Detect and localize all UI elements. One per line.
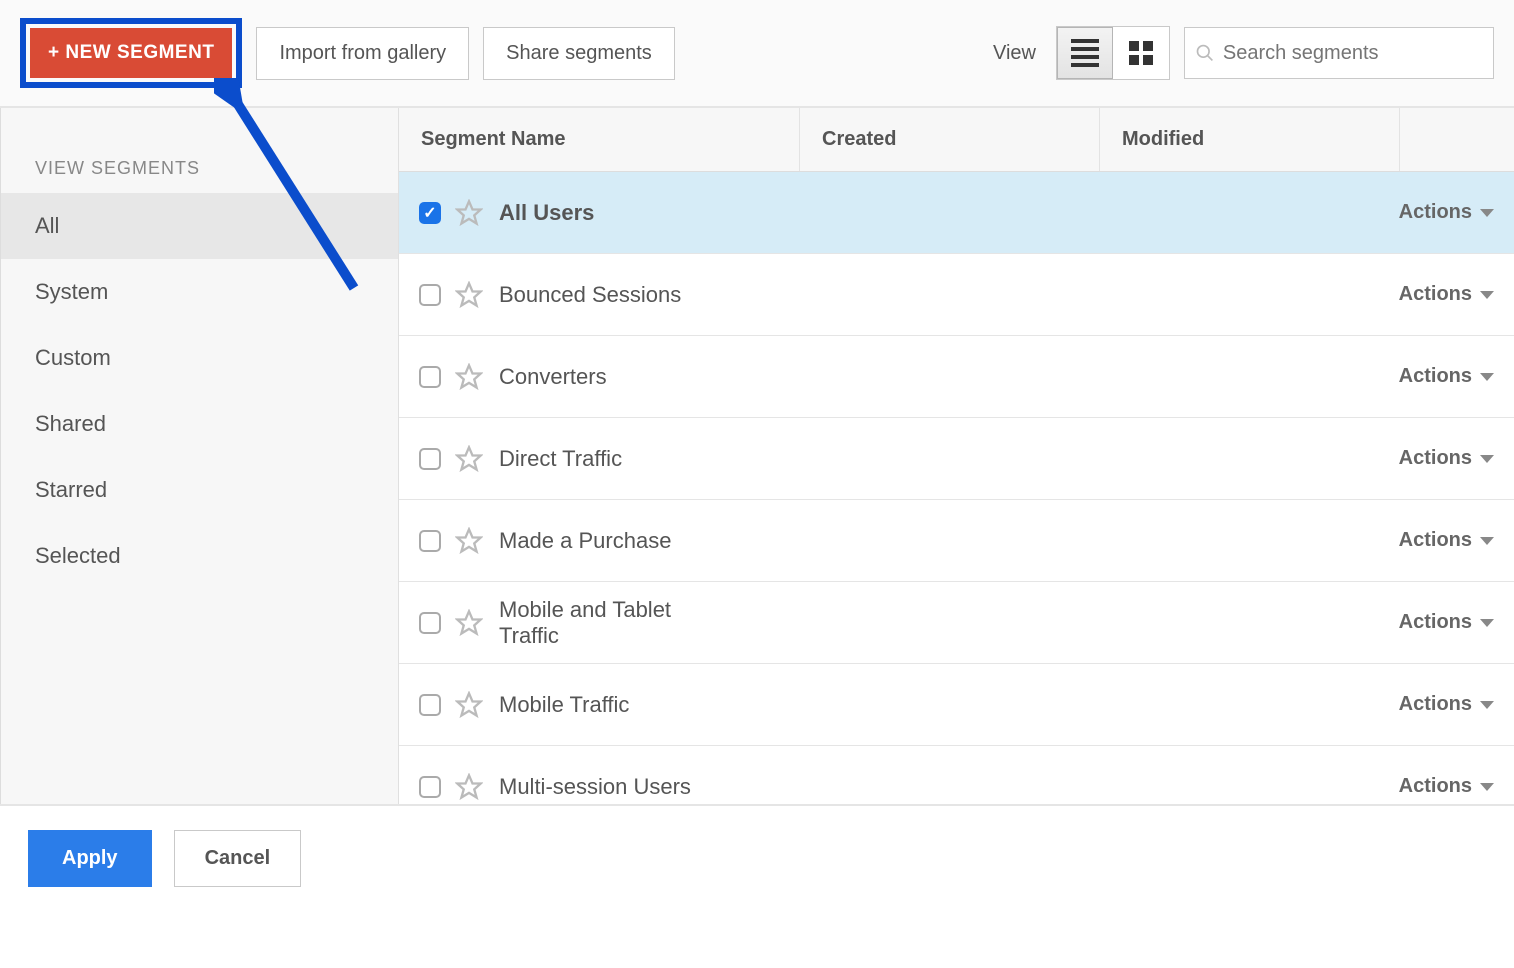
segment-name: Bounced Sessions: [499, 282, 681, 308]
row-checkbox[interactable]: [419, 366, 441, 388]
segment-name: All Users: [499, 200, 594, 226]
new-segment-button[interactable]: + NEW SEGMENT: [30, 28, 232, 78]
segment-name: Converters: [499, 364, 607, 390]
segment-name: Mobile and Tablet Traffic: [499, 597, 719, 649]
table-row[interactable]: Made a Purchase Actions: [399, 500, 1514, 582]
table-row[interactable]: Direct Traffic Actions: [399, 418, 1514, 500]
table-row[interactable]: Mobile and Tablet Traffic Actions: [399, 582, 1514, 664]
col-modified: Modified: [1099, 108, 1399, 171]
star-icon[interactable]: [455, 445, 483, 473]
list-view-button[interactable]: [1057, 27, 1113, 79]
chevron-down-icon: [1480, 455, 1494, 463]
star-icon[interactable]: [455, 609, 483, 637]
column-headers: Segment Name Created Modified: [399, 108, 1514, 172]
list-icon: [1071, 39, 1099, 67]
actions-menu[interactable]: Actions: [1399, 775, 1494, 798]
star-icon[interactable]: [455, 773, 483, 801]
chevron-down-icon: [1480, 701, 1494, 709]
import-gallery-button[interactable]: Import from gallery: [256, 27, 469, 80]
table-row[interactable]: Converters Actions: [399, 336, 1514, 418]
star-icon[interactable]: [455, 363, 483, 391]
grid-view-button[interactable]: [1113, 27, 1169, 79]
view-label: View: [993, 42, 1036, 65]
row-checkbox[interactable]: [419, 612, 441, 634]
sidebar-item-shared[interactable]: Shared: [1, 391, 398, 457]
table-row[interactable]: Multi-session Users Actions: [399, 746, 1514, 804]
sidebar-item-selected[interactable]: Selected: [1, 523, 398, 589]
col-created: Created: [799, 108, 1099, 171]
chevron-down-icon: [1480, 291, 1494, 299]
chevron-down-icon: [1480, 783, 1494, 791]
table-row[interactable]: ✓ All Users Actions: [399, 172, 1514, 254]
sidebar: VIEW SEGMENTS AllSystemCustomSharedStarr…: [1, 108, 399, 804]
star-icon[interactable]: [455, 691, 483, 719]
search-input[interactable]: [1223, 42, 1483, 65]
grid-icon: [1129, 41, 1153, 65]
segment-name: Mobile Traffic: [499, 692, 629, 718]
segment-rows: ✓ All Users Actions Bounced Sessions Actions…: [399, 172, 1514, 804]
new-segment-highlight: + NEW SEGMENT: [20, 18, 242, 88]
chevron-down-icon: [1480, 373, 1494, 381]
search-icon: [1195, 42, 1215, 64]
sidebar-header: VIEW SEGMENTS: [1, 144, 398, 193]
star-icon[interactable]: [455, 281, 483, 309]
segment-name: Multi-session Users: [499, 774, 691, 800]
segment-name: Made a Purchase: [499, 528, 671, 554]
chevron-down-icon: [1480, 537, 1494, 545]
actions-menu[interactable]: Actions: [1399, 283, 1494, 306]
actions-menu[interactable]: Actions: [1399, 611, 1494, 634]
star-icon[interactable]: [455, 527, 483, 555]
footer: Apply Cancel: [0, 804, 1514, 911]
col-segment-name: Segment Name: [399, 108, 799, 171]
actions-menu[interactable]: Actions: [1399, 529, 1494, 552]
col-actions: [1399, 108, 1514, 171]
sidebar-item-custom[interactable]: Custom: [1, 325, 398, 391]
cancel-button[interactable]: Cancel: [174, 830, 302, 887]
chevron-down-icon: [1480, 619, 1494, 627]
actions-menu[interactable]: Actions: [1399, 693, 1494, 716]
sidebar-item-system[interactable]: System: [1, 259, 398, 325]
sidebar-item-starred[interactable]: Starred: [1, 457, 398, 523]
chevron-down-icon: [1480, 209, 1494, 217]
search-box[interactable]: [1184, 27, 1494, 79]
table-row[interactable]: Bounced Sessions Actions: [399, 254, 1514, 336]
row-checkbox[interactable]: [419, 284, 441, 306]
segment-name: Direct Traffic: [499, 446, 622, 472]
actions-menu[interactable]: Actions: [1399, 201, 1494, 224]
actions-menu[interactable]: Actions: [1399, 447, 1494, 470]
actions-menu[interactable]: Actions: [1399, 365, 1494, 388]
row-checkbox[interactable]: [419, 530, 441, 552]
view-toggle: [1056, 26, 1170, 80]
row-checkbox[interactable]: [419, 776, 441, 798]
star-icon[interactable]: [455, 199, 483, 227]
main: VIEW SEGMENTS AllSystemCustomSharedStarr…: [0, 108, 1514, 804]
row-checkbox[interactable]: [419, 694, 441, 716]
share-segments-button[interactable]: Share segments: [483, 27, 675, 80]
content: Segment Name Created Modified ✓ All Users…: [399, 108, 1514, 804]
apply-button[interactable]: Apply: [28, 830, 152, 887]
table-row[interactable]: Mobile Traffic Actions: [399, 664, 1514, 746]
sidebar-item-all[interactable]: All: [1, 193, 398, 259]
row-checkbox[interactable]: ✓: [419, 202, 441, 224]
row-checkbox[interactable]: [419, 448, 441, 470]
toolbar: + NEW SEGMENT Import from gallery Share …: [0, 0, 1514, 108]
